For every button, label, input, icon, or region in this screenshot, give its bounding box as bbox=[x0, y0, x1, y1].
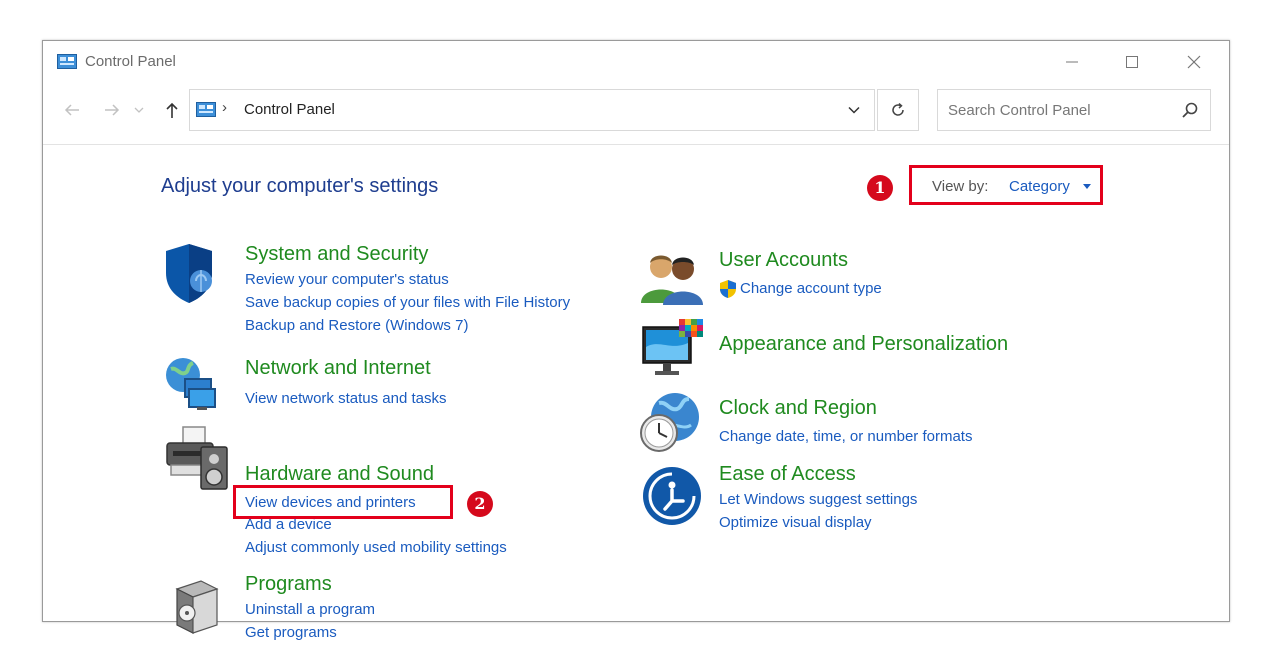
link-change-date-time-formats[interactable]: Change date, time, or number formats bbox=[719, 428, 972, 445]
appearance-monitor-icon[interactable] bbox=[641, 317, 705, 381]
recent-locations-button[interactable] bbox=[131, 97, 147, 123]
category-clock-and-region[interactable]: Clock and Region bbox=[719, 397, 877, 420]
address-dropdown-button[interactable] bbox=[844, 100, 864, 120]
link-uninstall-program[interactable]: Uninstall a program bbox=[245, 601, 375, 618]
window-title: Control Panel bbox=[85, 53, 176, 70]
back-arrow-icon bbox=[64, 104, 79, 116]
maximize-button[interactable] bbox=[1109, 45, 1155, 79]
address-bar[interactable]: › Control Panel bbox=[189, 89, 875, 131]
link-get-programs[interactable]: Get programs bbox=[245, 624, 337, 641]
refresh-button[interactable] bbox=[877, 89, 919, 131]
category-programs[interactable]: Programs bbox=[245, 573, 332, 596]
search-box[interactable] bbox=[937, 89, 1211, 131]
refresh-icon bbox=[892, 102, 904, 116]
maximize-icon bbox=[1126, 56, 1138, 68]
link-optimize-visual-display[interactable]: Optimize visual display bbox=[719, 514, 872, 531]
up-button[interactable] bbox=[159, 97, 185, 123]
link-let-windows-suggest-settings[interactable]: Let Windows suggest settings bbox=[719, 491, 917, 508]
category-user-accounts[interactable]: User Accounts bbox=[719, 249, 848, 272]
user-accounts-icon[interactable] bbox=[639, 249, 703, 305]
clock-globe-icon[interactable] bbox=[639, 391, 701, 455]
search-icon[interactable] bbox=[1180, 100, 1200, 120]
view-by-dropdown[interactable]: Category bbox=[1009, 178, 1070, 195]
ease-of-access-icon[interactable] bbox=[641, 465, 703, 527]
minimize-icon bbox=[1066, 61, 1078, 63]
forward-arrow-icon bbox=[105, 104, 120, 116]
printer-speaker-icon[interactable] bbox=[163, 425, 231, 493]
category-appearance-and-personalization[interactable]: Appearance and Personalization bbox=[719, 333, 1008, 356]
view-by-control: View by: Category bbox=[909, 165, 1103, 205]
page-heading: Adjust your computer's settings bbox=[161, 175, 439, 197]
control-panel-icon bbox=[196, 102, 216, 117]
link-change-account-type[interactable]: Change account type bbox=[740, 280, 882, 297]
chevron-down-icon bbox=[134, 107, 144, 113]
category-system-and-security[interactable]: System and Security bbox=[245, 243, 428, 266]
link-backup-and-restore[interactable]: Backup and Restore (Windows 7) bbox=[245, 317, 468, 334]
up-arrow-icon bbox=[166, 102, 178, 118]
highlight-view-devices bbox=[233, 485, 453, 519]
shield-icon[interactable] bbox=[163, 241, 215, 305]
link-adjust-mobility-settings[interactable]: Adjust commonly used mobility settings bbox=[245, 539, 507, 556]
control-panel-icon bbox=[57, 54, 77, 69]
breadcrumb-control-panel[interactable]: Control Panel bbox=[244, 101, 335, 118]
close-icon bbox=[1187, 55, 1201, 69]
link-review-computer-status[interactable]: Review your computer's status bbox=[245, 271, 449, 288]
view-by-label: View by: bbox=[932, 178, 989, 195]
minimize-button[interactable] bbox=[1049, 45, 1095, 79]
title-bar: Control Panel bbox=[43, 41, 1229, 83]
back-button[interactable] bbox=[59, 97, 85, 123]
network-globe-icon[interactable] bbox=[163, 353, 219, 413]
callout-badge-1: 1 bbox=[867, 175, 893, 201]
programs-box-icon[interactable] bbox=[173, 577, 219, 635]
chevron-down-icon bbox=[848, 106, 860, 114]
dropdown-caret-icon[interactable] bbox=[1083, 184, 1091, 189]
category-network-and-internet[interactable]: Network and Internet bbox=[245, 357, 431, 380]
callout-badge-2: 2 bbox=[467, 491, 493, 517]
navigation-bar: › Control Panel bbox=[43, 89, 1229, 131]
link-view-network-status[interactable]: View network status and tasks bbox=[245, 390, 447, 407]
control-panel-window: Control Panel › Control Panel Search Con… bbox=[42, 40, 1230, 641]
uac-shield-icon bbox=[720, 280, 736, 298]
close-button[interactable] bbox=[1171, 45, 1217, 79]
search-input[interactable] bbox=[946, 98, 1170, 122]
link-save-backup-file-history[interactable]: Save backup copies of your files with Fi… bbox=[245, 294, 570, 311]
category-hardware-and-sound[interactable]: Hardware and Sound bbox=[245, 463, 434, 486]
breadcrumb-separator: › bbox=[222, 99, 227, 116]
category-ease-of-access[interactable]: Ease of Access bbox=[719, 463, 856, 486]
forward-button[interactable] bbox=[99, 97, 125, 123]
content-area: Adjust your computer's settings 1 View b… bbox=[43, 145, 1229, 641]
